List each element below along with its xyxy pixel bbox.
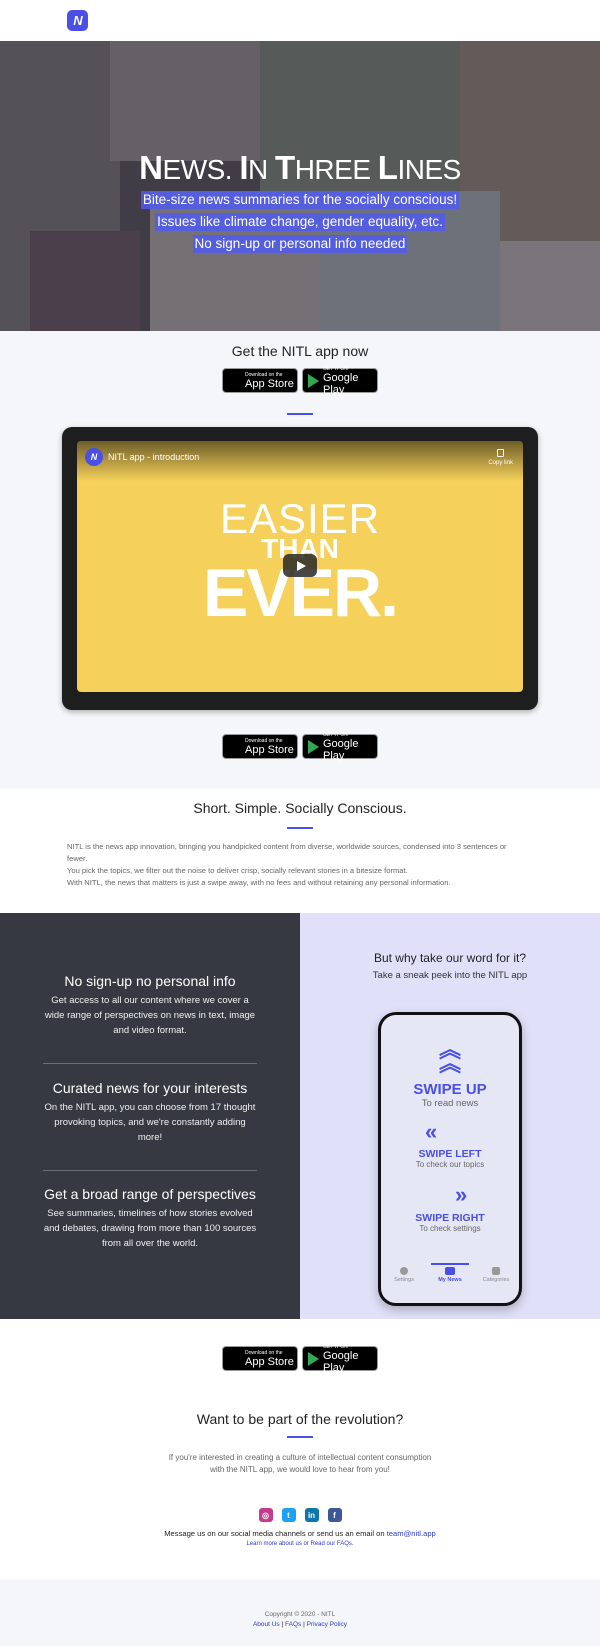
twitter-icon[interactable]: t [281, 1508, 296, 1522]
play-button[interactable] [283, 554, 317, 577]
chevron-left-icon: « [425, 1119, 438, 1144]
learn-more: Learn more about us or Read our FAQs. [246, 1541, 354, 1547]
feature-text: See summaries, timelines of how stories … [43, 1208, 257, 1249]
join-section: Download on the App Store GET IT ON Google… [0, 1319, 600, 1579]
swipe-up-hint: To read news [421, 1098, 479, 1109]
news-icon [445, 1267, 455, 1275]
feature-item: Get a broad range of perspectives See su… [43, 1186, 257, 1251]
store-buttons-3: Download on the App Store GET IT ON Google… [0, 1344, 600, 1374]
channel-logo[interactable]: N [85, 448, 103, 466]
hero-title: NEWS. IN THREE LINES [139, 149, 461, 186]
instagram-icon[interactable]: ◎ [258, 1508, 273, 1522]
app-store-button[interactable]: Download on the App Store [222, 368, 298, 393]
join-title: Want to be part of the revolution? [196, 1411, 404, 1427]
linkedin-icon[interactable]: in [304, 1508, 319, 1522]
features-section: No sign-up no personal info Get access t… [0, 913, 600, 1319]
tab-categories[interactable]: Categories [478, 1267, 514, 1289]
top-bar: N [0, 0, 600, 41]
nitl-logo[interactable]: N [67, 10, 88, 31]
hero-banner: NEWS. IN THREE LINES Bite-size news summ… [0, 41, 600, 331]
app-store-button[interactable]: Download on the App Store [222, 1346, 298, 1371]
swipe-right-label: SWIPE RIGHT [415, 1212, 485, 1224]
google-play-button[interactable]: GET IT ON Google Play [302, 366, 378, 396]
hero-tagline: Issues like climate change, gender equal… [155, 213, 445, 231]
tab-indicator [431, 1263, 469, 1265]
about-title: Short. Simple. Socially Conscious. [193, 800, 407, 816]
section-divider [287, 1436, 313, 1438]
footer-links: About Us | FAQs | Privacy Policy [252, 1621, 348, 1628]
google-play-button[interactable]: GET IT ON Google Play [302, 732, 378, 762]
swipe-up-label: SWIPE UP [413, 1081, 487, 1098]
chevron-right-icon: » [455, 1182, 468, 1207]
copy-link-button[interactable]: Copy link [488, 449, 513, 466]
feature-text: Get access to all our content where we c… [44, 995, 256, 1036]
feature-item: Curated news for your interests On the N… [43, 1080, 257, 1145]
store-buttons-2: Download on the App Store GET IT ON Google… [0, 732, 600, 762]
tab-my-news[interactable]: My News [432, 1267, 468, 1289]
gear-icon [400, 1267, 408, 1275]
video-title[interactable]: NITL app - introduction [108, 452, 199, 462]
footer-about-link[interactable]: About Us [253, 1621, 280, 1628]
social-links: ◎ t in f [0, 1508, 600, 1522]
swipe-left-label: SWIPE LEFT [418, 1148, 482, 1160]
swipe-left-hint: To check our topics [415, 1160, 485, 1169]
app-preview-panel: But why take our word for it? Take a sne… [300, 913, 600, 1319]
feature-divider [43, 1063, 257, 1064]
features-panel: No sign-up no personal info Get access t… [0, 913, 300, 1319]
get-app-section: Get the NITL app now Download on the App … [0, 331, 600, 789]
footer-faqs-link[interactable]: FAQs [285, 1621, 301, 1628]
phone-mockup: ︽ ︽ SWIPE UP To read news « SWIPE LEFT To… [378, 1012, 522, 1306]
phone-tab-bar: Settings My News Categories [381, 1267, 519, 1289]
hero-tagline: No sign-up or personal info needed [192, 235, 408, 253]
faq-link[interactable]: Read our FAQs. [311, 1541, 354, 1547]
footer: Copyright © 2020 - NITL About Us | FAQs … [0, 1579, 600, 1646]
grid-icon [492, 1267, 500, 1275]
tab-settings[interactable]: Settings [386, 1267, 422, 1289]
google-play-button[interactable]: GET IT ON Google Play [302, 1344, 378, 1374]
intro-video[interactable]: N NITL app - introduction Copy link EASI… [77, 441, 523, 692]
google-play-icon [308, 1351, 319, 1366]
copyright: Copyright © 2020 - NITL [264, 1611, 336, 1618]
feature-title: Get a broad range of perspectives [44, 1186, 256, 1202]
store-buttons: Download on the App Store GET IT ON Google… [0, 366, 600, 396]
section-divider [287, 413, 313, 415]
facebook-icon[interactable]: f [327, 1508, 342, 1522]
preview-title: But why take our word for it? [373, 951, 527, 965]
about-text: NITL is the news app innovation, bringin… [67, 842, 507, 887]
swipe-right-hint: To check settings [419, 1224, 481, 1233]
join-description: If you're interested in creating a cultu… [168, 1453, 432, 1474]
video-device-frame: N NITL app - introduction Copy link EASI… [62, 427, 538, 710]
app-store-button[interactable]: Download on the App Store [222, 734, 298, 759]
hero-tagline: Bite-size news summaries for the sociall… [140, 191, 460, 209]
chevron-up-icon: ︽ ︽ [438, 1037, 461, 1076]
google-play-icon [308, 373, 319, 388]
footer-privacy-link[interactable]: Privacy Policy [307, 1621, 347, 1628]
play-icon [296, 560, 306, 571]
copy-icon [497, 449, 505, 457]
about-section: Short. Simple. Socially Conscious. NITL … [0, 789, 600, 913]
get-app-title: Get the NITL app now [231, 343, 369, 359]
email-link[interactable]: team@nitl.app [387, 1529, 436, 1538]
section-divider [287, 827, 313, 829]
feature-text: On the NITL app, you can choose from 17 … [44, 1102, 256, 1143]
feature-title: No sign-up no personal info [64, 973, 236, 989]
about-us-link[interactable]: about us [279, 1541, 302, 1547]
contact-message: Message us on our social media channels … [164, 1529, 436, 1538]
preview-subtitle: Take a sneak peek into the NITL app [372, 970, 528, 981]
feature-item: No sign-up no personal info Get access t… [43, 973, 257, 1038]
google-play-icon [308, 739, 319, 754]
feature-title: Curated news for your interests [52, 1080, 248, 1096]
feature-divider [43, 1170, 257, 1171]
